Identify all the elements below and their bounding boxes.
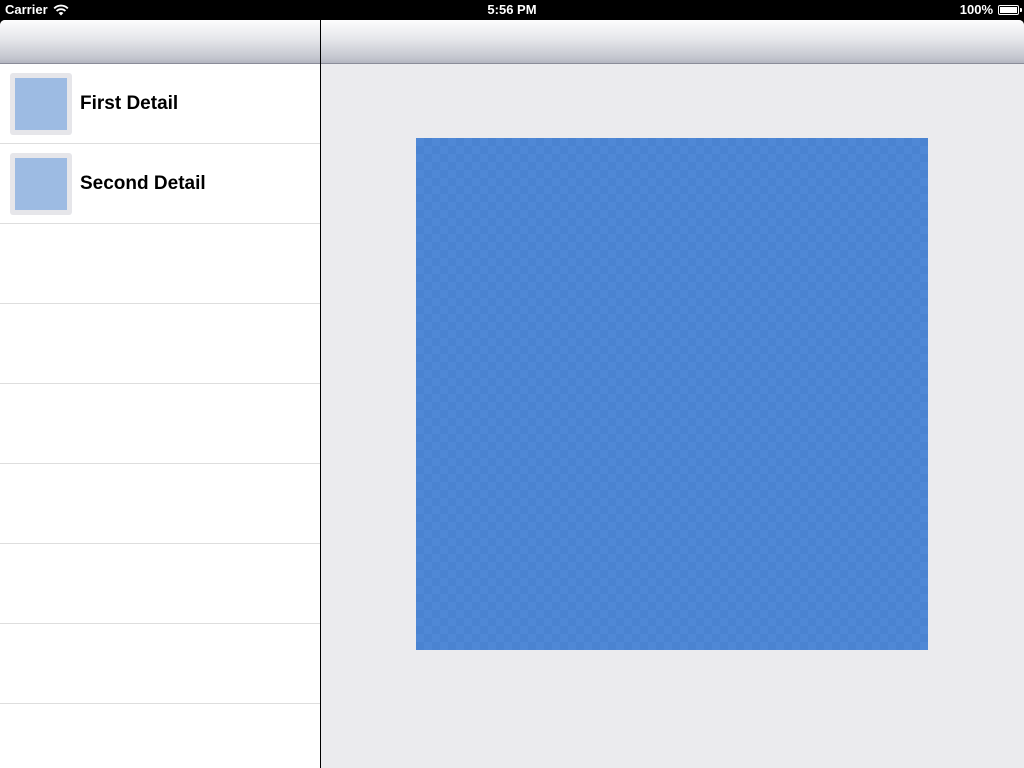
row-label: Second Detail <box>80 173 206 194</box>
empty-table-row <box>0 384 320 464</box>
row-label: First Detail <box>80 93 179 114</box>
detail-navigation-bar <box>321 20 1024 64</box>
thumbnail-icon <box>10 153 72 215</box>
status-time: 5:56 PM <box>487 2 537 17</box>
thumbnail-image <box>15 78 67 130</box>
battery-percentage: 100% <box>959 2 993 17</box>
battery-icon <box>998 4 1022 15</box>
empty-table-row <box>0 224 320 304</box>
master-table[interactable]: First Detail Second Detail <box>0 64 320 768</box>
empty-table-row <box>0 544 320 624</box>
split-view: First Detail Second Detail <box>0 20 1024 768</box>
detail-pane <box>321 20 1024 768</box>
master-pane: First Detail Second Detail <box>0 20 320 768</box>
detail-image <box>416 138 928 650</box>
status-bar: Carrier 5:56 PM 100% <box>0 0 1024 20</box>
master-navigation-bar <box>0 20 320 64</box>
thumbnail-image <box>15 158 67 210</box>
empty-table-row <box>0 464 320 544</box>
empty-table-row <box>0 304 320 384</box>
table-row[interactable]: First Detail <box>0 64 320 144</box>
table-row[interactable]: Second Detail <box>0 144 320 224</box>
empty-table-row <box>0 624 320 704</box>
battery-fill <box>1000 6 1017 13</box>
battery-indicator: 100% <box>959 2 1022 17</box>
thumbnail-icon <box>10 73 72 135</box>
empty-table-row <box>0 704 320 768</box>
